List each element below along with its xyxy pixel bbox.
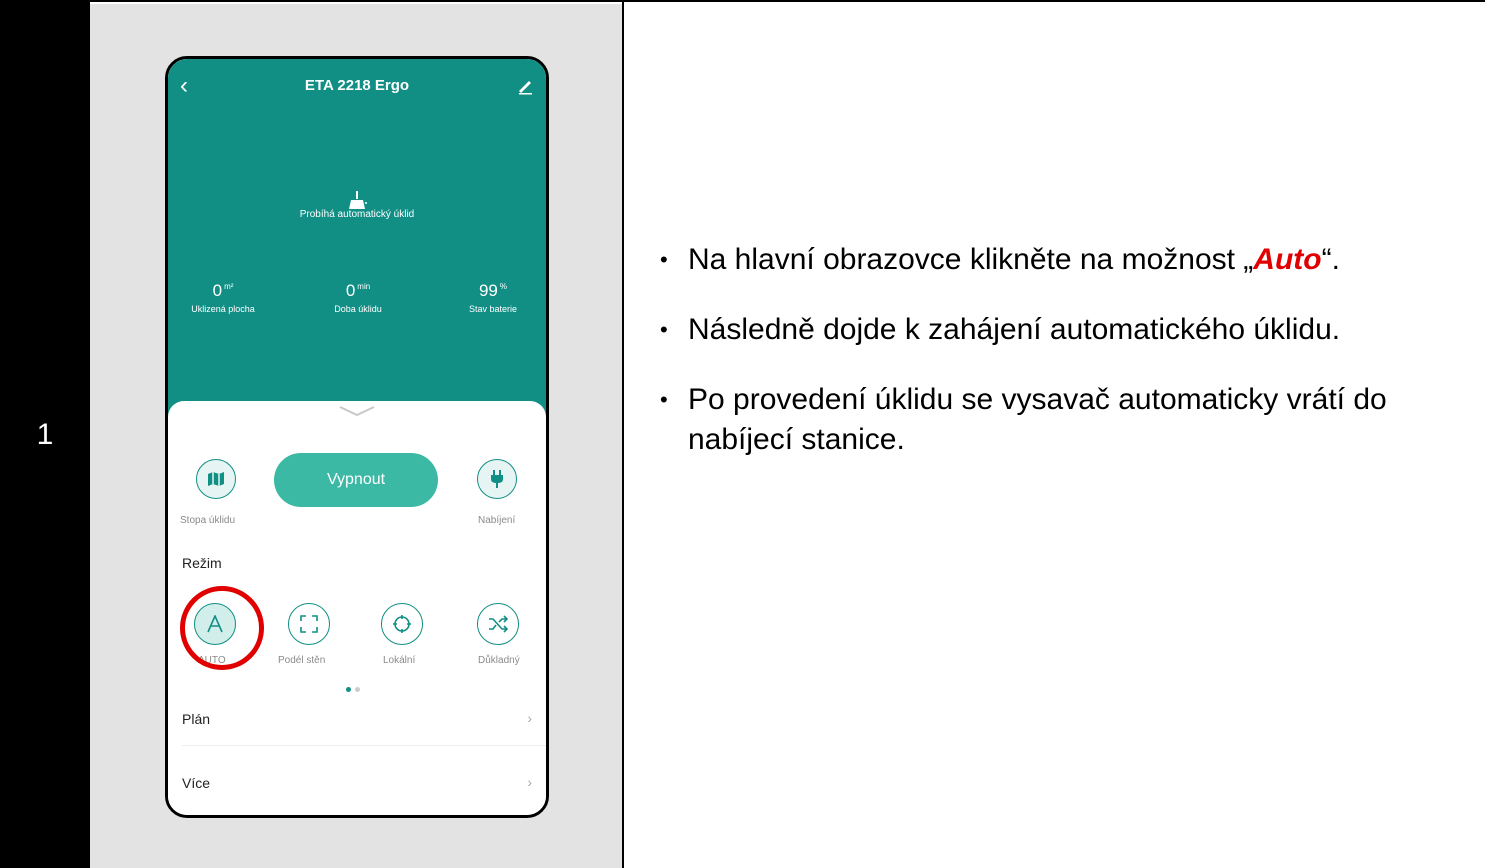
open-quote: „ (1243, 243, 1254, 276)
chevron-right-icon: › (527, 774, 532, 790)
chevron-right-icon: › (527, 710, 532, 726)
stat-time-label: Doba úklidu (334, 304, 382, 314)
instruction-text: Následně dojde k zahájení automatického … (688, 313, 1341, 346)
cleaning-status: Probíhá automatický úklid (299, 209, 415, 220)
mode-wall-button[interactable] (288, 603, 330, 645)
row-more-label[interactable]: Více (182, 775, 210, 791)
mode-thorough-label: Důkladný (478, 655, 520, 666)
turn-off-button[interactable]: Vypnout (274, 453, 438, 507)
wall-icon (300, 615, 318, 633)
map-icon (208, 472, 224, 486)
instruction-item: • Na hlavní obrazovce klikněte na možnost… (660, 240, 1480, 280)
stat-battery-unit: % (499, 282, 508, 292)
random-icon (489, 615, 508, 633)
instruction-text: Na hlavní obrazovce klikněte na možnost (688, 243, 1244, 276)
mode-heading: Režim (182, 555, 222, 571)
mode-thorough-button[interactable] (477, 603, 519, 645)
instruction-item: • Po provedení úklidu se vysavač automati… (660, 380, 1480, 460)
chevron-down-icon[interactable] (338, 405, 376, 417)
instruction-list: • Na hlavní obrazovce klikněte na možnost… (660, 240, 1480, 490)
status-header: ‹ ETA 2218 Ergo Probíhá automatický úkli… (168, 59, 546, 439)
stat-battery: 99% Stav baterie (438, 281, 546, 314)
mode-spot-label: Lokální (383, 655, 416, 666)
plug-icon (491, 470, 503, 488)
mode-wall-label: Podél stěn (278, 655, 326, 666)
highlight-circle (180, 586, 264, 670)
stat-time-value: 0 (345, 281, 356, 300)
spot-icon (393, 615, 411, 633)
highlight-auto: Auto (1253, 243, 1322, 276)
stat-area-label: Uklizená plocha (191, 304, 255, 314)
cleaning-track-button[interactable] (196, 459, 236, 499)
charge-button[interactable] (477, 459, 517, 499)
stat-area-value: 0 (212, 281, 223, 300)
bullet-marker: • (660, 317, 668, 342)
row-separator (182, 745, 546, 746)
cleaning-track-label: Stopa úklidu (180, 515, 236, 526)
mode-spot-button[interactable] (381, 603, 423, 645)
stat-time-unit: min (357, 282, 371, 292)
stat-battery-value: 99 (478, 281, 498, 300)
stat-battery-label: Stav baterie (468, 304, 518, 314)
instruction-item: • Následně dojde k zahájení automatického… (660, 310, 1480, 350)
bullet-marker: • (660, 247, 668, 272)
device-title: ETA 2218 Ergo (304, 77, 410, 94)
instruction-text: Po provedení úklidu se vysavač automatic… (688, 383, 1387, 456)
column-divider (622, 2, 624, 868)
page-indicator (346, 679, 364, 697)
stat-area-unit: m² (224, 282, 234, 292)
close-quote: “. (1321, 243, 1340, 276)
step-number: 1 (36, 418, 54, 451)
row-plan-label[interactable]: Plán (182, 711, 210, 727)
stat-time: 0 min Doba úklidu (303, 281, 413, 314)
bullet-marker: • (660, 387, 668, 412)
stat-area: 0 m² Uklizená plocha (168, 281, 278, 314)
charge-label: Nabíjení (478, 515, 516, 526)
top-bar: ‹ ETA 2218 Ergo (168, 71, 546, 101)
edit-icon[interactable] (516, 77, 534, 95)
phone-screenshot: ‹ ETA 2218 Ergo Probíhá automatický úkli… (165, 56, 549, 818)
